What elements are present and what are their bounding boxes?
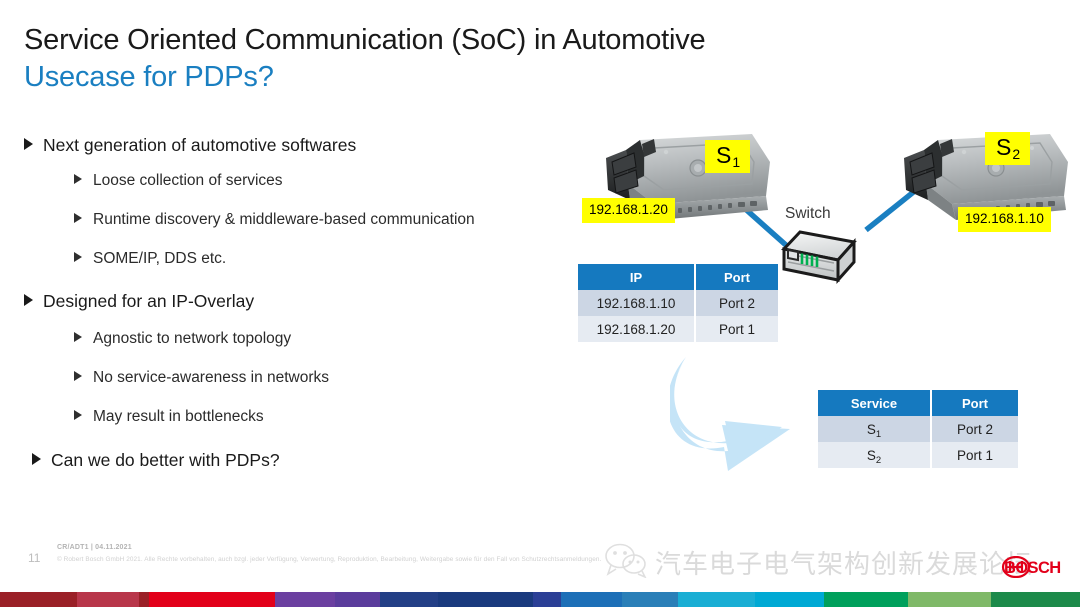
list-item: Loose collection of services <box>24 169 584 192</box>
footer-meta: CR/ADT1 | 04.11.2021 <box>57 544 132 551</box>
supergraphic-segment-4 <box>275 592 335 607</box>
network-diagram: S1 192.168.1.20 S2 192.168.1.10 Switch I… <box>560 110 1080 500</box>
column-header-ip: IP <box>578 264 696 290</box>
supergraphic-segment-10 <box>622 592 678 607</box>
page-title: Service Oriented Communication (SoC) in … <box>24 24 706 56</box>
triangle-bullet-icon <box>74 371 82 381</box>
cell-service: S2 <box>818 442 932 468</box>
triangle-bullet-icon <box>74 174 82 184</box>
column-header-port: Port <box>695 264 778 290</box>
supergraphic-segment-0 <box>0 592 78 607</box>
supergraphic-segment-2 <box>138 592 149 607</box>
triangle-bullet-icon <box>74 332 82 342</box>
forwarding-table-ip: IP Port 192.168.1.10 Port 2 192.168.1.20… <box>578 264 778 342</box>
cell-ip: 192.168.1.10 <box>578 290 696 316</box>
triangle-bullet-icon <box>74 410 82 420</box>
bosch-supergraphic-bar <box>0 592 1080 607</box>
supergraphic-segment-7 <box>437 592 534 607</box>
list-item: May result in bottlenecks <box>24 405 584 428</box>
triangle-bullet-icon <box>24 138 33 150</box>
supergraphic-segment-6 <box>380 592 438 607</box>
column-header-service: Service <box>818 390 932 416</box>
list-item: Runtime discovery & middleware-based com… <box>24 208 584 231</box>
supergraphic-segment-16 <box>990 592 1080 607</box>
list-item-label: SOME/IP, DDS etc. <box>93 250 227 267</box>
triangle-bullet-icon <box>74 213 82 223</box>
list-item-label: Designed for an IP-Overlay <box>43 291 255 311</box>
list-item-label: May result in bottlenecks <box>93 408 264 425</box>
transform-arrow-icon <box>670 357 790 471</box>
watermark-text: 汽车电子电气架构创新发展论坛 <box>655 550 1034 580</box>
supergraphic-segment-8 <box>533 592 561 607</box>
list-item: No service-awareness in networks <box>24 366 584 389</box>
supergraphic-segment-12 <box>755 592 825 607</box>
ip-label-right: 192.168.1.10 <box>958 207 1051 232</box>
list-item: Can we do better with PDPs? <box>24 448 584 472</box>
cell-ip: 192.168.1.20 <box>578 316 696 342</box>
list-item-label: Loose collection of services <box>93 172 283 189</box>
table-row: S2 Port 1 <box>818 442 1018 468</box>
cell-port: Port 2 <box>695 290 778 316</box>
switch-label: Switch <box>785 205 831 222</box>
supergraphic-segment-3 <box>148 592 276 607</box>
supergraphic-segment-14 <box>899 592 908 607</box>
service-label-s1: S1 <box>705 140 751 173</box>
wechat-watermark: 汽车电子电气架构创新发展论坛 <box>604 542 1033 583</box>
triangle-bullet-icon <box>32 453 41 465</box>
list-item-label: Next generation of automotive softwares <box>43 135 357 155</box>
supergraphic-segment-9 <box>560 592 623 607</box>
supergraphic-segment-5 <box>334 592 381 607</box>
supergraphic-segment-1 <box>77 592 139 607</box>
supergraphic-segment-15 <box>907 592 991 607</box>
table-row: S1 Port 2 <box>818 416 1018 442</box>
list-item: Agnostic to network topology <box>24 327 584 350</box>
network-switch-icon <box>778 228 862 299</box>
bullet-list: Next generation of automotive softwares … <box>24 133 584 479</box>
table-row: 192.168.1.20 Port 1 <box>578 316 778 342</box>
cell-port: Port 1 <box>695 316 778 342</box>
list-item-label: Can we do better with PDPs? <box>51 450 280 470</box>
table-header-row: Service Port <box>818 390 1018 416</box>
slide-title-block: Service Oriented Communication (SoC) in … <box>24 22 824 96</box>
page-number: 11 <box>28 551 41 565</box>
cell-service: S1 <box>818 416 932 442</box>
table-row: 192.168.1.10 Port 2 <box>578 290 778 316</box>
cell-port: Port 1 <box>931 442 1018 468</box>
list-item-label: Agnostic to network topology <box>93 330 292 347</box>
supergraphic-segment-13 <box>824 592 900 607</box>
forwarding-table-service: Service Port S1 Port 2 S2 Port 1 <box>818 390 1018 468</box>
list-item: SOME/IP, DDS etc. <box>24 247 584 270</box>
page-subtitle: Usecase for PDPs? <box>24 61 274 93</box>
slide-canvas: Service Oriented Communication (SoC) in … <box>0 0 1080 607</box>
list-item-label: No service-awareness in networks <box>93 369 330 386</box>
supergraphic-segment-11 <box>677 592 756 607</box>
list-item-label: Runtime discovery & middleware-based com… <box>93 211 475 228</box>
wechat-icon <box>604 542 648 583</box>
triangle-bullet-icon <box>24 294 33 306</box>
service-label-s2: S2 <box>985 132 1031 165</box>
table-header-row: IP Port <box>578 264 778 290</box>
triangle-bullet-icon <box>74 252 82 262</box>
list-item: Next generation of automotive softwares <box>24 133 584 157</box>
list-item: Designed for an IP-Overlay <box>24 289 584 313</box>
cell-port: Port 2 <box>931 416 1018 442</box>
column-header-port: Port <box>931 390 1018 416</box>
bosch-wordmark: BOSCH <box>1004 559 1061 577</box>
footer-copyright: © Robert Bosch GmbH 2021. Alle Rechte vo… <box>57 556 602 563</box>
ip-label-left: 192.168.1.20 <box>582 198 675 223</box>
